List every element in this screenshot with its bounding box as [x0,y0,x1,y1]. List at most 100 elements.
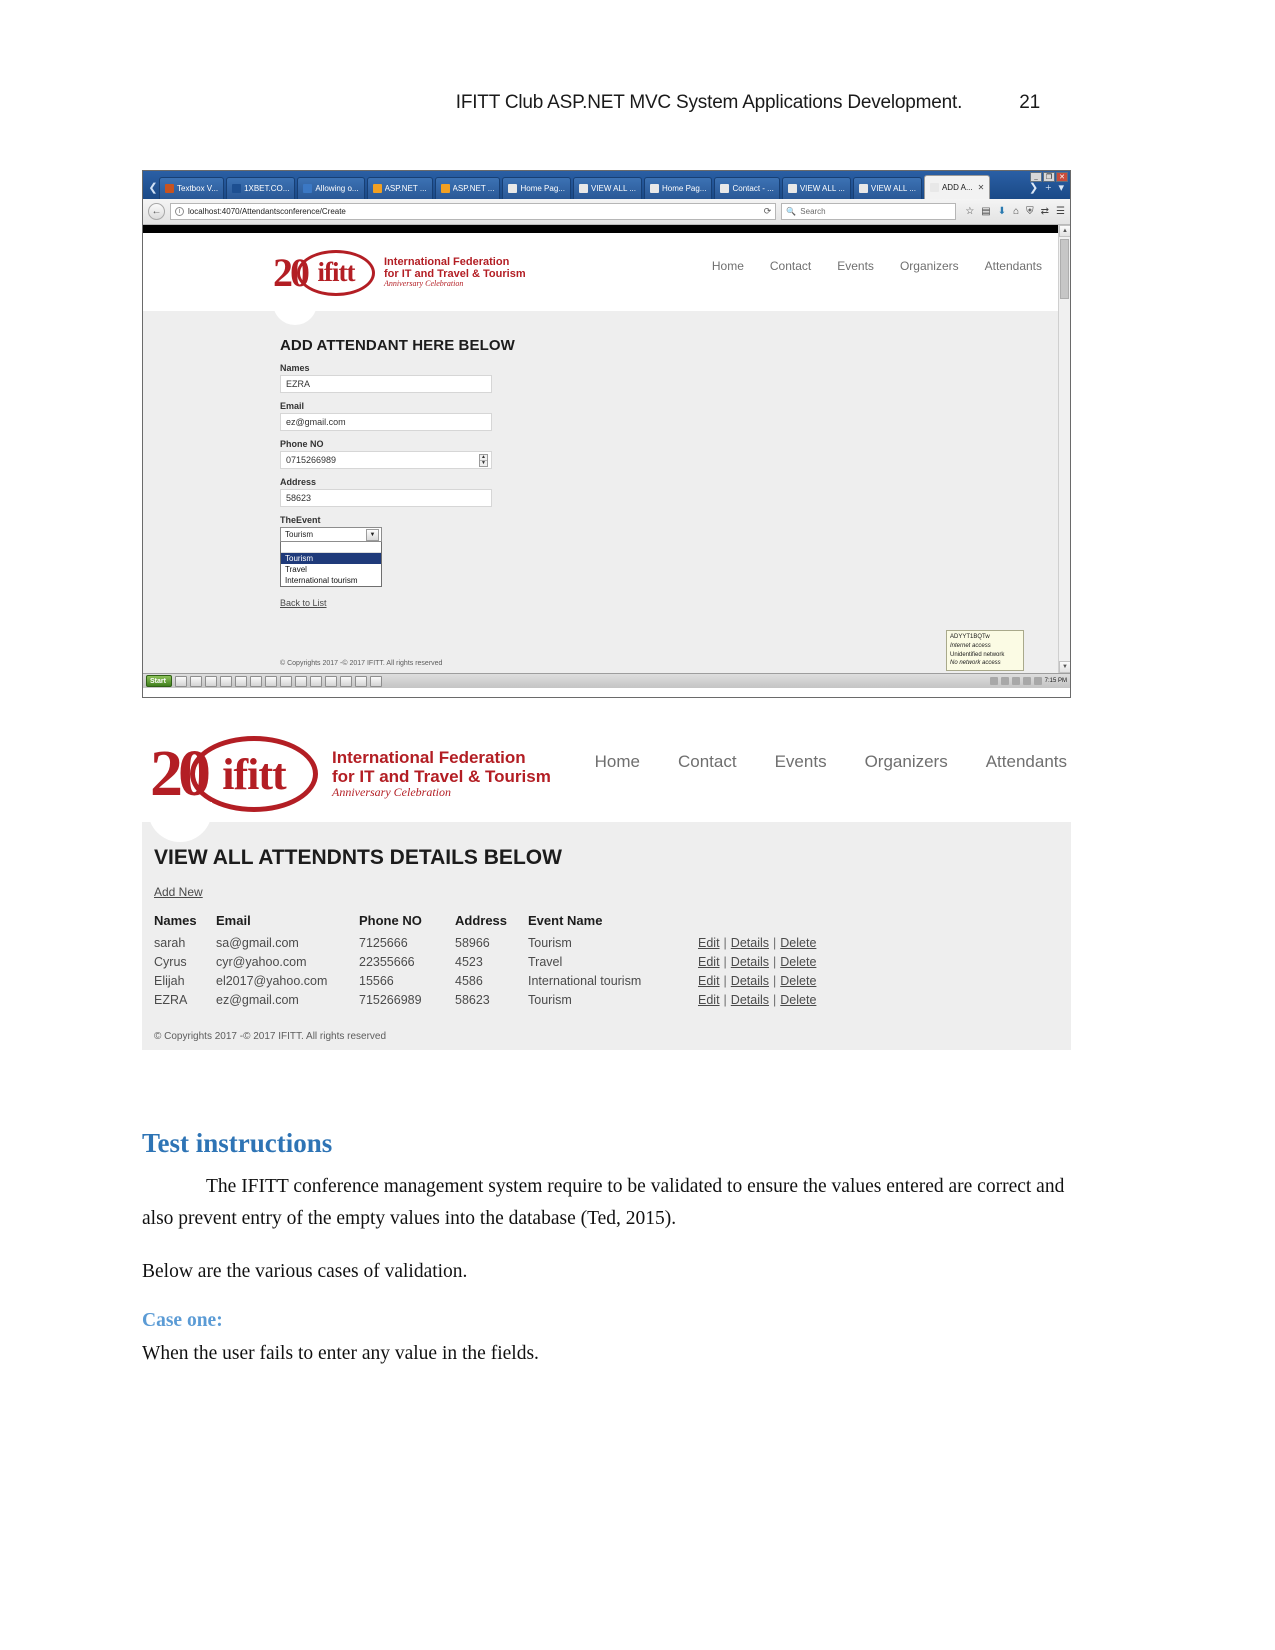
taskbar-item[interactable] [249,675,262,687]
tray-volume-icon[interactable] [1033,677,1042,685]
search-box[interactable]: 🔍 Search [781,203,957,220]
select-option[interactable]: International tourism [281,575,381,586]
details-link[interactable]: Details [731,974,769,988]
taskbar-item[interactable] [204,675,217,687]
select-theevent-options[interactable]: Tourism Travel International tourism [280,542,382,587]
site-nav-item-organizers[interactable]: Organizers [865,752,948,772]
taskbar-item[interactable] [354,675,367,687]
number-stepper-icon[interactable]: ▲ ▼ [479,454,488,467]
site-nav-item-contact[interactable]: Contact [678,752,737,772]
taskbar-item[interactable] [324,675,337,687]
taskbar-item[interactable] [174,675,187,687]
site-nav-item-home[interactable]: Home [595,752,640,772]
select-theevent[interactable]: Tourism ▼ [280,527,382,542]
edit-link[interactable]: Edit [698,993,720,1007]
details-link[interactable]: Details [731,955,769,969]
tray-icon[interactable] [1011,677,1020,685]
delete-link[interactable]: Delete [780,974,816,988]
downloads-icon[interactable]: ⬇ [998,206,1006,217]
browser-tab[interactable]: ASP.NET ... [366,177,433,199]
input-names[interactable]: EZRA [280,375,492,393]
taskbar-item[interactable] [339,675,352,687]
taskbar-item[interactable] [279,675,292,687]
site-nav-item-contact[interactable]: Contact [770,259,811,273]
edit-link[interactable]: Edit [698,955,720,969]
browser-tab[interactable]: 1XBET.CO... [226,177,296,199]
chevron-down-icon[interactable]: ▼ [366,528,379,541]
details-link[interactable]: Details [731,993,769,1007]
select-option[interactable]: Tourism [281,553,381,564]
browser-tab-label: VIEW ALL ... [590,184,636,193]
site-nav-item-events[interactable]: Events [837,259,874,273]
site-nav-item-attendants[interactable]: Attendants [985,259,1042,273]
browser-tab[interactable]: Contact - ... [714,177,780,199]
address-bar[interactable]: i localhost:4070/Attendantsconference/Cr… [170,203,777,220]
select-option[interactable]: Travel [281,564,381,575]
site-nav-item-events[interactable]: Events [775,752,827,772]
browser-tab[interactable]: Allowing o... [297,177,365,199]
star-icon[interactable]: ☆ [965,206,974,217]
details-link[interactable]: Details [731,936,769,950]
page-scrollbar[interactable]: ▲ ▼ [1058,225,1070,673]
action-separator: | [723,954,727,969]
site-nav-item-organizers[interactable]: Organizers [900,259,959,273]
browser-tab[interactable]: VIEW ALL ... [852,177,922,199]
cell-actions: Edit | Details | Delete [698,933,844,952]
tab-menu-caret-icon[interactable]: ▾ [1058,181,1064,194]
taskbar-item[interactable] [234,675,247,687]
browser-tab[interactable]: ASP.NET ... [434,177,501,199]
site-nav-item-home[interactable]: Home [712,259,744,273]
scroll-up-arrow-icon[interactable]: ▲ [1059,225,1070,237]
start-button[interactable]: Start [146,675,172,687]
delete-link[interactable]: Delete [780,955,816,969]
home-icon[interactable]: ⌂ [1013,206,1019,217]
tab-close-icon[interactable]: ✕ [978,183,985,192]
scrollbar-thumb[interactable] [1060,239,1069,299]
site-nav-item-attendants[interactable]: Attendants [986,752,1067,772]
tray-network-icon[interactable] [1022,677,1031,685]
minimize-button[interactable]: _ [1030,172,1042,182]
taskbar-item[interactable] [264,675,277,687]
tab-list-icon[interactable]: ❯ [1029,181,1038,194]
hamburger-menu-icon[interactable]: ☰ [1056,206,1065,217]
cell-event: International tourism [528,973,642,988]
new-tab-button[interactable]: + [1045,182,1051,194]
tray-icon[interactable] [1000,677,1009,685]
add-new-link[interactable]: Add New [154,885,203,899]
scroll-down-arrow-icon[interactable]: ▼ [1059,661,1070,673]
browser-tab[interactable]: VIEW ALL ... [572,177,642,199]
list-page-heading: VIEW ALL ATTENDNTS DETAILS BELOW [154,846,562,869]
browser-tab[interactable]: Home Pag... [644,177,713,199]
edit-link[interactable]: Edit [698,936,720,950]
delete-link[interactable]: Delete [780,993,816,1007]
maximize-button[interactable]: ❐ [1043,172,1055,182]
input-address[interactable]: 58623 [280,489,492,507]
shield-icon[interactable]: ⛨ [1026,206,1034,217]
sync-icon[interactable]: ⇄ [1041,206,1049,217]
edit-link[interactable]: Edit [698,974,720,988]
delete-link[interactable]: Delete [780,936,816,950]
taskbar-item[interactable] [294,675,307,687]
taskbar-clock[interactable]: 7:15 PM [1045,678,1067,684]
taskbar-item[interactable] [309,675,322,687]
taskbar-item[interactable] [219,675,232,687]
taskbar-item[interactable] [369,675,382,687]
browser-tab[interactable]: ADD A... ✕ [923,175,991,199]
browser-tab[interactable]: Textbox V... [159,177,225,199]
tab-favicon-icon [787,184,797,193]
back-to-list-link[interactable]: Back to List [280,598,327,608]
cell-phone: 22355666 [359,954,415,969]
browser-tab[interactable]: VIEW ALL ... [781,177,851,199]
input-phone[interactable]: 0715266989 ▲ ▼ [280,451,492,469]
reload-icon[interactable]: ⟳ [764,206,772,217]
tab-scroll-left-icon[interactable]: ❮ [147,181,159,199]
input-email[interactable]: ez@gmail.com [280,413,492,431]
back-button[interactable]: ← [148,203,165,220]
reading-list-icon[interactable]: ▤ [981,206,990,217]
tray-icon[interactable] [989,677,998,685]
select-option[interactable] [281,542,381,553]
site-info-icon[interactable]: i [175,207,184,216]
taskbar-item[interactable] [189,675,202,687]
close-button[interactable]: ✕ [1056,172,1068,182]
browser-tab[interactable]: Home Pag... [502,177,571,199]
